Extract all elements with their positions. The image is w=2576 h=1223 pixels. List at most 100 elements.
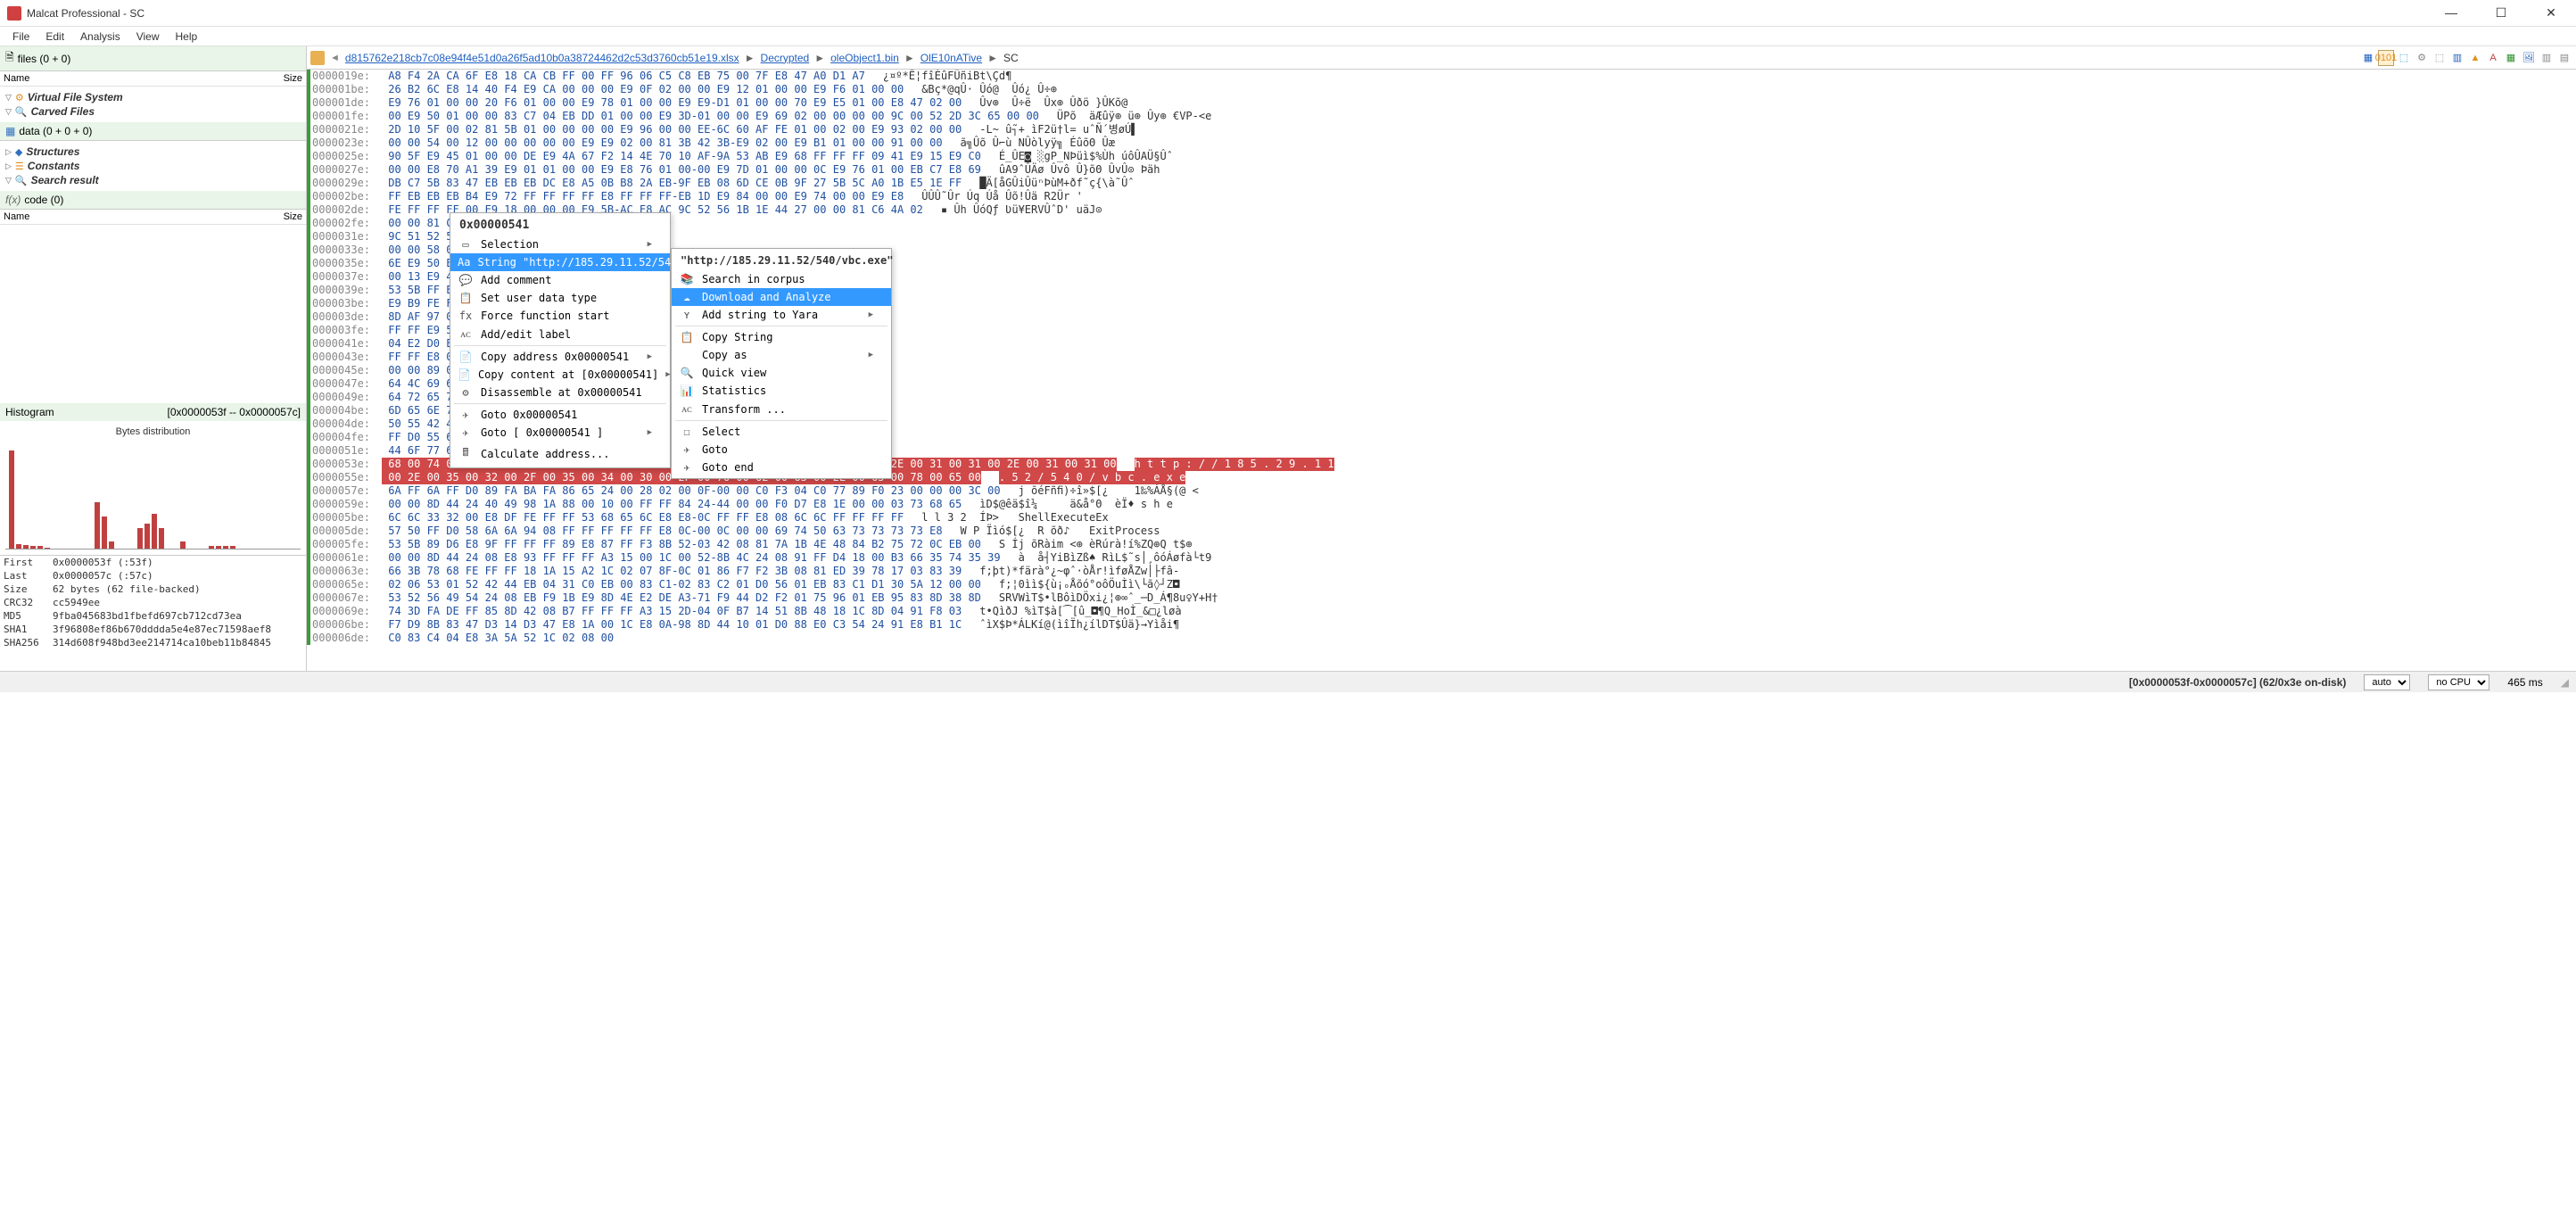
hex-bytes[interactable]: FF D0 55 6 — [382, 431, 452, 444]
breadcrumb-native[interactable]: OlE10nATive — [921, 52, 982, 64]
tb-code-icon[interactable]: ⬚ — [2432, 50, 2448, 66]
hex-ascii[interactable]: É_ÛE◙ ░gP_NÞüì$%Ùh úôÛAÜ§Ûˆ — [999, 150, 1173, 163]
hex-bytes[interactable]: DB C7 5B 83 47 EB EB EB DC E8 A5 0B B8 2… — [382, 177, 962, 190]
hex-bytes[interactable]: 57 50 FF D0 58 6A 6A 94 08 FF FF FF FF F… — [382, 525, 943, 538]
hex-ascii[interactable]: &Bç*@qÛ· Ûó@ Ûó¿ Û÷⊕ — [921, 83, 1057, 96]
hex-bytes[interactable]: E9 76 01 00 00 20 F6 01 00 00 E9 78 01 0… — [382, 96, 962, 110]
menu-edit[interactable]: Edit — [38, 29, 71, 45]
hex-bytes[interactable]: 00 E9 50 01 00 00 83 C7 04 EB DD 01 00 0… — [382, 110, 1039, 123]
hex-ascii[interactable]: ▪ Ûh ÛóQƒ Ʋü¥ERVÛˆD' uäJ⊙ — [941, 203, 1102, 217]
hex-bytes[interactable]: 00 00 89 0 — [382, 364, 452, 377]
hex-bytes[interactable]: 00 00 81 C — [382, 217, 452, 230]
ctx-item[interactable]: 📄Copy address 0x00000541▶ — [450, 348, 670, 366]
ctx-item[interactable]: ☁Download and Analyze — [672, 288, 891, 306]
status-cpu-select[interactable]: no CPU — [2428, 674, 2489, 690]
maximize-button[interactable]: ☐ — [2483, 5, 2519, 21]
ctx-item[interactable]: 📋Set user data type — [450, 289, 670, 307]
ctx-item[interactable]: ⚙Disassemble at 0x00000541 — [450, 384, 670, 401]
hex-ascii[interactable]: t•QìðJ %ìT$à[⁀[û_◘¶Q_HoÌ_&□¿løà — [979, 605, 1181, 618]
hex-line[interactable]: 000005de: 57 50 FF D0 58 6A 6A 94 08 FF … — [307, 525, 2576, 538]
hex-bytes[interactable]: 53 52 56 49 54 24 08 EB F9 1B E9 8D 4E E… — [382, 591, 981, 605]
hex-ascii[interactable]: à å┤YiBìZß♠ RìL$˜s│¸ôóÁøfà└t9 — [1019, 551, 1212, 565]
tb-graph-icon[interactable]: ▤ — [2556, 50, 2572, 66]
ctx-item[interactable]: Copy as▶ — [672, 346, 891, 364]
hex-ascii[interactable]: █Ä[åGÛiÛüⁿÞùM+ðf˜ç{\à˜Ûˆ — [979, 177, 1134, 190]
ctx-item[interactable]: ᴀᴄTransform ... — [672, 400, 891, 418]
hex-line[interactable]: 0000025e: 90 5F E9 45 01 00 00 DE E9 4A … — [307, 150, 2576, 163]
ctx-item[interactable]: 🔍Quick view — [672, 364, 891, 382]
menu-file[interactable]: File — [5, 29, 37, 45]
hex-bytes[interactable]: FF EB EB EB B4 E9 72 FF FF FF FF E8 FF F… — [382, 190, 904, 203]
hex-line[interactable]: 000005fe: 53 5B 89 D6 E8 9F FF FF FF 89 … — [307, 538, 2576, 551]
tree-carved[interactable]: ▽🔍Carved Files — [5, 104, 301, 119]
hex-bytes[interactable]: 00 13 E9 4 — [382, 270, 452, 284]
hex-bytes[interactable]: 02 06 53 01 52 42 44 EB 04 31 C0 EB 00 8… — [382, 578, 981, 591]
hex-line[interactable]: 0000019e: A8 F4 2A CA 6F E8 18 CA CB FF … — [307, 70, 2576, 83]
hex-bytes[interactable]: 9C 51 52 5 — [382, 230, 452, 244]
hex-bytes[interactable]: 6C 6C 33 32 00 E8 DF FE FF FF 53 68 65 6… — [382, 511, 904, 525]
ctx-item[interactable]: 🖩Calculate address... — [450, 442, 670, 466]
ctx-item[interactable]: 💬Add comment — [450, 271, 670, 289]
hex-line[interactable]: 000006be: F7 D9 8B 83 47 D3 14 D3 47 E8 … — [307, 618, 2576, 632]
hex-bytes[interactable]: 00 00 E8 70 A1 39 E9 01 01 00 00 E9 E8 7… — [382, 163, 981, 177]
hex-bytes[interactable]: 6A FF 6A FF D0 89 FA BA FA 86 65 24 00 2… — [382, 484, 1001, 498]
hex-line[interactable]: 000001be: 26 B2 6C E8 14 40 F4 E9 CA 00 … — [307, 83, 2576, 96]
hex-bytes[interactable]: 66 3B 78 68 FE FF FF 18 1A 15 A2 1C 02 0… — [382, 565, 962, 578]
hex-bytes[interactable]: E9 B9 FE F — [382, 297, 452, 310]
hex-bytes[interactable]: 00 00 8D 44 24 40 49 98 1A 88 00 10 00 F… — [382, 498, 962, 511]
hex-ascii[interactable]: ÛÛÛ˜Ûr Úq Úå Ûõ!Ûä R2Ür ' — [921, 190, 1083, 203]
hex-line[interactable]: 0000021e: 2D 10 5F 00 02 81 5B 01 00 00 … — [307, 123, 2576, 136]
hex-ascii[interactable]: ÜPõ äÆûÿ⊕ ü⊕ Ûy⊕ €VP-<e — [1057, 110, 1211, 123]
hex-ascii[interactable]: S Íj õRàim <⊕ èRúrà!í%ZQ⊕Q t$⊕ — [999, 538, 1193, 551]
hex-line[interactable]: 0000057e: 6A FF 6A FF D0 89 FA BA FA 86 … — [307, 484, 2576, 498]
menu-analysis[interactable]: Analysis — [73, 29, 128, 45]
minimize-button[interactable]: — — [2433, 5, 2469, 21]
hex-ascii[interactable]: . 5 2 / 5 4 0 / v b c . e x e — [999, 471, 1186, 484]
hex-ascii[interactable]: ûA9ˆÛÄø Ûvô Û}õΘ ÛvÛ⊙ Þäh — [999, 163, 1160, 177]
hex-bytes[interactable]: F7 D9 8B 83 47 D3 14 D3 47 E8 1A 00 1C E… — [382, 618, 962, 632]
hex-bytes[interactable]: 90 5F E9 45 01 00 00 DE E9 4A 67 F2 14 4… — [382, 150, 981, 163]
hex-bytes[interactable]: A8 F4 2A CA 6F E8 18 CA CB FF 00 FF 96 0… — [382, 70, 865, 83]
hex-view[interactable]: 0000019e: A8 F4 2A CA 6F E8 18 CA CB FF … — [307, 70, 2576, 671]
hex-line[interactable]: 0000069e: 74 3D FA DE FF 85 8D 42 08 B7 … — [307, 605, 2576, 618]
hex-line[interactable]: 0000023e: 00 00 54 00 12 00 00 00 00 00 … — [307, 136, 2576, 150]
tb-bytes-icon[interactable]: 0101 — [2378, 50, 2394, 66]
hex-line[interactable]: 0000055e: 00 2E 00 35 00 32 00 2F 00 35 … — [307, 471, 2576, 484]
ctx-item[interactable]: ✈Goto [ 0x00000541 ]▶ — [450, 424, 670, 442]
data-header[interactable]: ▦ data (0 + 0 + 0) — [0, 122, 306, 141]
hex-bytes[interactable]: C0 83 C4 04 E8 3A 5A 52 1C 02 08 00 — [382, 632, 614, 645]
hex-ascii[interactable]: -L~ û̃┐+ ìF2ü†l= uˆÑ´병øÚ▌ — [979, 123, 1137, 136]
ctx-item[interactable]: ✈Goto — [672, 441, 891, 459]
tb-gear-icon[interactable]: ⚙ — [2414, 50, 2430, 66]
col-name[interactable]: Name — [4, 73, 258, 84]
hex-ascii[interactable]: l l 3 2 ÍÞ> ShellExecuteEx — [921, 511, 1109, 525]
hex-line[interactable]: 000006de: C0 83 C4 04 E8 3A 5A 52 1C 02 … — [307, 632, 2576, 645]
tb-columns-icon[interactable]: ▥ — [2449, 50, 2465, 66]
ctx-item[interactable]: fxForce function start — [450, 307, 670, 325]
hex-ascii[interactable]: ã╗Ûõ Û⌐ù NÛòlyÿ╗ ÉûõΘ Ûæ — [961, 136, 1115, 150]
ctx-item[interactable]: ᴀᴄAdd/edit label — [450, 325, 670, 343]
hex-bytes[interactable]: 8D AF 97 0 — [382, 310, 452, 324]
tb-db-icon[interactable]: ▥ — [2539, 50, 2555, 66]
hex-line[interactable]: 0000061e: 00 00 8D 44 24 08 E8 93 FF FF … — [307, 551, 2576, 565]
hex-line[interactable]: 0000063e: 66 3B 78 68 FE FF FF 18 1A 15 … — [307, 565, 2576, 578]
tree-search[interactable]: ▽🔍Search result — [5, 173, 301, 187]
hex-line[interactable]: 0000067e: 53 52 56 49 54 24 08 EB F9 1B … — [307, 591, 2576, 605]
resize-grip-icon[interactable]: ◢ — [2561, 676, 2569, 689]
menu-help[interactable]: Help — [169, 29, 205, 45]
breadcrumb-file[interactable]: d815762e218cb7c08e94f4e51d0a26f5ad10b0a3… — [345, 52, 739, 64]
hex-ascii[interactable]: f;¦0ìì${ù¡ₒÅõó°oôÖuÌì\└ã◊┘Z◘ — [999, 578, 1179, 591]
hex-bytes[interactable]: 44 6F 77 6 — [382, 444, 452, 458]
hex-line[interactable]: 000001de: E9 76 01 00 00 20 F6 01 00 00 … — [307, 96, 2576, 110]
ctx-item[interactable]: ʏAdd string to Yara▶ — [672, 306, 891, 324]
folder-icon[interactable] — [310, 51, 325, 65]
nav-back-icon[interactable]: ◄ — [330, 53, 340, 63]
tree-structures[interactable]: ▷◆Structures — [5, 145, 301, 159]
tb-hex-icon[interactable]: ▦ — [2360, 50, 2376, 66]
hex-ascii[interactable]: W P Ïìó$[¿ R õð♪ ExitProcess — [961, 525, 1160, 538]
hex-bytes[interactable]: 2D 10 5F 00 02 81 5B 01 00 00 00 00 E9 9… — [382, 123, 962, 136]
hex-ascii[interactable]: ¿¤º*Ê¦fîÉûFÛñiBt\Çd¶ — [883, 70, 1012, 83]
hex-ascii[interactable]: ìD$@êä$î¼ ä&å°Θ èÏ♦ s h e — [979, 498, 1173, 511]
ctx-item[interactable]: ☐Select — [672, 423, 891, 441]
hex-bytes[interactable]: FF FF E8 0 — [382, 351, 452, 364]
